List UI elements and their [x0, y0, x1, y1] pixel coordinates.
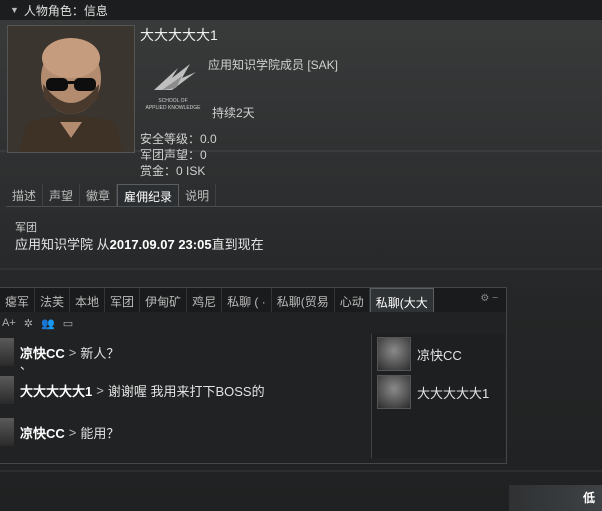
corp-logo-text-line2: APPLIED KNOWLEDGE — [145, 105, 201, 111]
chat-tab-8[interactable]: 私聊(贸易 — [272, 288, 335, 312]
corp-standing: 军团声望：0 — [140, 148, 207, 162]
info-tabs: 描述 声望 徽章 雇佣纪录 说明 — [6, 184, 217, 207]
chat-tabs: 瘪军 法芙 本地 军团 伊甸矿 鸡尼 私聊 ( · 私聊(贸易 心动 私聊(大大 — [0, 288, 506, 312]
members-icon[interactable]: 👥 — [41, 317, 55, 330]
tab-notes[interactable]: 说明 — [179, 184, 217, 206]
member-name[interactable]: 凉快CC — [417, 345, 462, 364]
chat-tab-local[interactable]: 本地 — [70, 288, 106, 312]
speech-bubble-icon[interactable]: ▭ — [63, 317, 73, 330]
membership-duration: 持续2天 — [212, 106, 255, 120]
member-item[interactable]: 凉快CC — [377, 337, 462, 371]
message-sender[interactable]: 凉快CC — [20, 423, 65, 442]
security-status: 安全等级：0.0 — [140, 132, 217, 146]
portrait-image — [8, 26, 134, 152]
employment-to-now: 直到现在 — [211, 237, 264, 252]
sender-avatar[interactable] — [0, 376, 14, 404]
font-size-button[interactable]: A+ — [2, 317, 16, 329]
chat-tab-private-active[interactable]: 私聊(大大 — [369, 288, 434, 312]
tab-standings[interactable]: 声望 — [43, 184, 81, 206]
message-sender[interactable]: 大大大大大1 — [20, 381, 92, 400]
chat-tab-5[interactable]: 伊甸矿 — [140, 288, 188, 312]
chat-tab-7[interactable]: 私聊 ( · — [222, 288, 272, 312]
employment-date: 2017.09.07 23:05 — [109, 237, 212, 252]
message-separator: > — [68, 344, 77, 360]
window-titlebar[interactable]: ▼ 人物角色：信息 — [0, 0, 602, 21]
chat-tab-6[interactable]: 鸡尼 — [187, 288, 223, 312]
message-separator: > — [68, 424, 77, 440]
message-text: 能用？ — [80, 425, 120, 441]
tab-employment-history[interactable]: 雇佣纪录 — [117, 184, 180, 207]
chat-tab-corp[interactable]: 军团 — [105, 288, 141, 312]
chat-member-list[interactable]: 凉快CC 大大大大大1 — [371, 334, 505, 458]
bottom-right-label[interactable]: 低 — [583, 489, 595, 506]
settings-gear-icon[interactable]: ✲ — [24, 317, 33, 330]
chat-tab-9[interactable]: 心动 — [335, 288, 370, 312]
chat-tab-2[interactable]: 法芙 — [35, 288, 71, 312]
corp-membership[interactable]: 应用知识学院成员 [SAK] — [208, 56, 338, 73]
window-title: 人物角色：信息 — [23, 3, 108, 18]
member-avatar[interactable] — [377, 337, 411, 371]
employment-entry: 应用知识学院 从2017.09.07 23:05直到现在 — [15, 234, 264, 253]
chat-toolbar: A+ ✲ 👥 ▭ — [0, 314, 508, 332]
employment-from: 从 — [93, 237, 110, 252]
message-text: 新人？ — [80, 345, 120, 361]
character-portrait[interactable] — [7, 25, 135, 153]
bounty: 赏金：0 ISK — [140, 164, 206, 178]
sender-avatar[interactable] — [0, 418, 14, 446]
corp-logo-text-line1: SCHOOL OF — [158, 98, 187, 104]
employment-section-label: 军团 — [15, 222, 37, 234]
corp-logo[interactable]: SCHOOL OF APPLIED KNOWLEDGE — [142, 60, 204, 114]
tab-divider — [6, 206, 602, 207]
member-name[interactable]: 大大大大大1 — [417, 383, 489, 402]
message-text: 谢谢喔 我用来打下BOSS的 — [107, 383, 265, 399]
collapse-chevron-icon[interactable]: ▼ — [10, 5, 19, 15]
corp-logo-icon: SCHOOL OF APPLIED KNOWLEDGE — [145, 64, 201, 111]
member-item[interactable]: 大大大大大1 — [377, 375, 489, 409]
chat-message: 大大大大大1 > 谢谢喔 我用来打下BOSS的 — [0, 376, 265, 404]
employment-corp-link[interactable]: 应用知识学院 — [15, 237, 93, 252]
sender-avatar[interactable] — [0, 338, 14, 366]
member-avatar[interactable] — [377, 375, 411, 409]
chat-tab-1[interactable]: 瘪军 — [0, 288, 36, 312]
message-separator: > — [96, 382, 104, 398]
chat-message-continuation: 、 — [20, 358, 33, 372]
chat-message: 凉快CC > 能用？ — [0, 418, 119, 446]
chat-window-controls[interactable]: ⚙ − — [480, 293, 498, 304]
chat-message: 凉快CC > 新人？ — [0, 338, 119, 366]
chat-window[interactable]: 瘪军 法芙 本地 军团 伊甸矿 鸡尼 私聊 ( · 私聊(贸易 心动 私聊(大大… — [0, 287, 507, 464]
chat-messages[interactable]: 凉快CC > 新人？ 、 大大大大大1 > 谢谢喔 我用来打下BOSS的 凉快C… — [0, 334, 368, 462]
character-name: 大大大大大1 — [140, 27, 218, 43]
tab-decorations[interactable]: 徽章 — [80, 184, 118, 206]
tab-description[interactable]: 描述 — [6, 184, 44, 206]
